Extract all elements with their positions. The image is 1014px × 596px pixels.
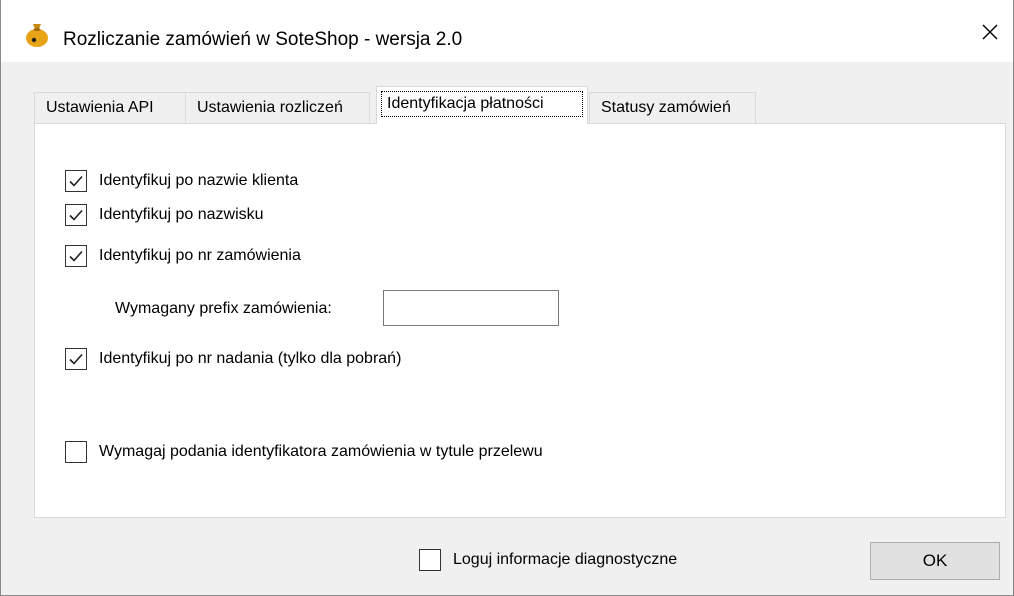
prefix-input[interactable] xyxy=(383,290,559,326)
tab-ustawienia-api[interactable]: Ustawienia API xyxy=(34,92,186,124)
prefix-label: Wymagany prefix zamówienia: xyxy=(115,300,332,317)
checkmark-icon xyxy=(69,353,83,365)
close-button[interactable] xyxy=(967,12,1013,52)
checkmark-icon xyxy=(69,250,83,262)
tab-statusy-zamowien[interactable]: Statusy zamówień xyxy=(589,92,756,124)
title-bar: Rozliczanie zamówień w SoteShop - wersja… xyxy=(1,0,1013,62)
checkbox[interactable] xyxy=(65,245,87,267)
option-label: Identyfikuj po nazwisku xyxy=(99,206,264,223)
option-label: Identyfikuj po nr nadania (tylko dla pob… xyxy=(99,350,402,367)
option-identify-by-surname[interactable]: Identyfikuj po nazwisku xyxy=(65,204,264,226)
checkbox[interactable] xyxy=(65,204,87,226)
close-icon xyxy=(982,24,998,40)
option-label: Identyfikuj po nr zamówienia xyxy=(99,247,301,264)
checkbox[interactable] xyxy=(65,348,87,370)
tab-identyfikacja-platnosci[interactable]: Identyfikacja płatności xyxy=(376,86,588,124)
diagnostics-option[interactable]: Loguj informacje diagnostyczne xyxy=(419,549,677,571)
checkbox[interactable] xyxy=(419,549,441,571)
option-label: Identyfikuj po nazwie klienta xyxy=(99,172,299,189)
window-title: Rozliczanie zamówień w SoteShop - wersja… xyxy=(63,29,463,50)
checkbox[interactable] xyxy=(65,441,87,463)
option-identify-by-shipment-number[interactable]: Identyfikuj po nr nadania (tylko dla pob… xyxy=(65,348,401,370)
option-label: Wymagaj podania identyfikatora zamówieni… xyxy=(99,443,543,460)
checkmark-icon xyxy=(69,175,83,187)
option-identify-by-client-name[interactable]: Identyfikuj po nazwie klienta xyxy=(65,170,298,192)
tab-ustawienia-rozliczen[interactable]: Ustawienia rozliczeń xyxy=(185,92,370,124)
option-identify-by-order-number[interactable]: Identyfikuj po nr zamówienia xyxy=(65,245,301,267)
diagnostics-label: Loguj informacje diagnostyczne xyxy=(453,551,678,568)
checkmark-icon xyxy=(69,209,83,221)
checkbox[interactable] xyxy=(65,170,87,192)
tab-label: Identyfikacja płatności xyxy=(381,91,583,117)
option-require-order-id-in-title[interactable]: Wymagaj podania identyfikatora zamówieni… xyxy=(65,441,543,463)
money-bag-icon xyxy=(23,20,51,48)
main-window: Rozliczanie zamówień w SoteShop - wersja… xyxy=(0,0,1014,596)
ok-button[interactable]: OK xyxy=(870,542,1000,580)
